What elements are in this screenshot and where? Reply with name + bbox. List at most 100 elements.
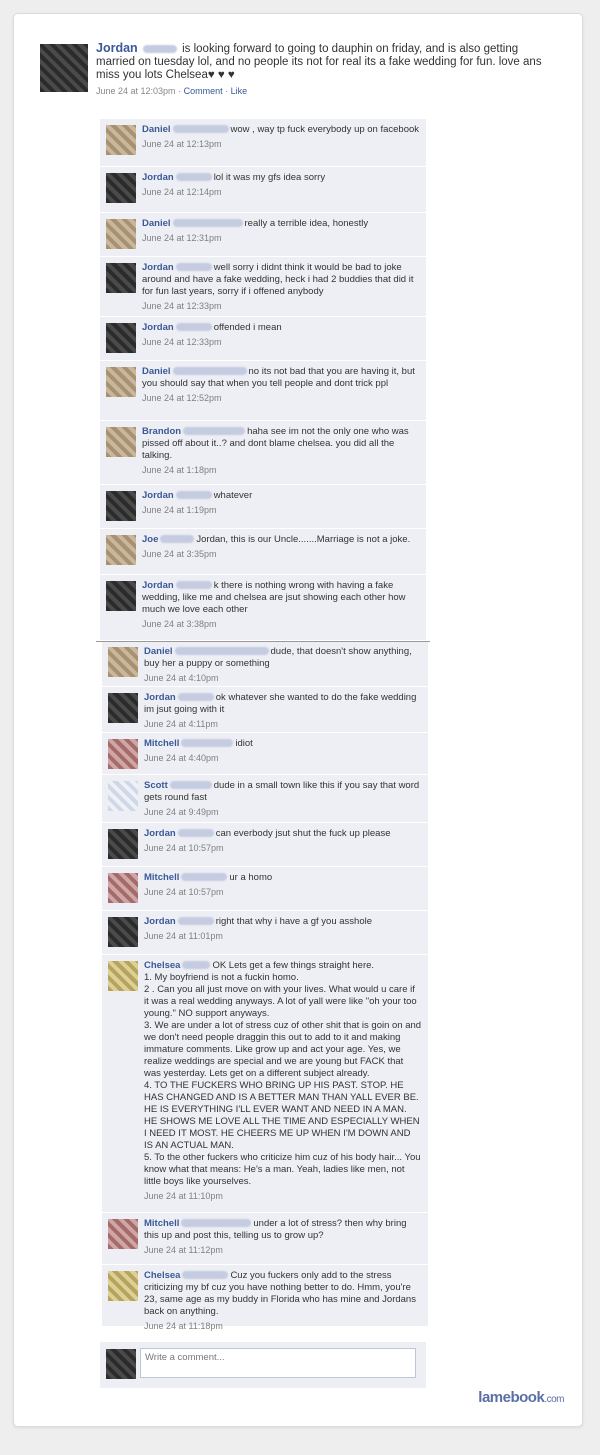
comment-body: Daniel dude, that doesn't show anything, … [144, 646, 422, 684]
commenter-name[interactable]: Joe [142, 534, 158, 545]
comment-timestamp[interactable]: June 24 at 11:10pm [144, 1190, 422, 1202]
comment-timestamp[interactable]: June 24 at 12:13pm [142, 138, 420, 150]
commenter-avatar[interactable] [106, 323, 136, 353]
post-timestamp[interactable]: June 24 at 12:03pm [96, 86, 176, 96]
comment-timestamp[interactable]: June 24 at 1:19pm [142, 504, 420, 516]
commenter-name[interactable]: Mitchell [144, 872, 179, 883]
commenter-avatar[interactable] [106, 173, 136, 203]
comment-text: OK Lets get a few things straight here. … [144, 960, 422, 1187]
commenter-avatar[interactable] [108, 917, 138, 947]
redacted-surname [175, 173, 212, 182]
comment-timestamp[interactable]: June 24 at 10:57pm [144, 842, 422, 854]
comment-timestamp[interactable]: June 24 at 3:38pm [142, 618, 420, 630]
comment-timestamp[interactable]: June 24 at 4:11pm [144, 718, 422, 730]
comment-input[interactable]: Write a comment... [140, 1348, 416, 1378]
redacted-surname [174, 647, 269, 656]
comment-body: Mitchell under a lot of stress? then why … [144, 1218, 422, 1256]
comment-text: wow , way tp fuck everybody up on facebo… [230, 124, 420, 135]
commenter-avatar[interactable] [108, 1271, 138, 1301]
comment-text: right that why i have a gf you asshole [215, 916, 373, 927]
comment-body: Chelsea OK Lets get a few things straight… [144, 960, 422, 1202]
comment-row: Scott dude in a small town like this if y… [102, 775, 428, 823]
screenshot-seam-divider [96, 641, 430, 642]
comment-timestamp[interactable]: June 24 at 12:33pm [142, 336, 420, 348]
comment-link[interactable]: Comment [184, 86, 223, 96]
comment-body: Jordan well sorry i didnt think it would … [142, 262, 420, 312]
comment-body: Daniel no its not bad that you are having… [142, 366, 420, 404]
commenter-name[interactable]: Jordan [142, 490, 174, 501]
comment-text: haha see im not the only one who was pis… [142, 426, 409, 461]
comment-timestamp[interactable]: June 24 at 11:18pm [144, 1320, 422, 1332]
commenter-avatar[interactable] [108, 781, 138, 811]
poster-avatar[interactable] [40, 44, 88, 92]
comment-body: Jordan whatever June 24 at 1:19pm [142, 490, 420, 516]
commenter-name[interactable]: Mitchell [144, 738, 179, 749]
commenter-name[interactable]: Chelsea [144, 960, 180, 971]
commenter-avatar[interactable] [106, 367, 136, 397]
comment-timestamp[interactable]: June 24 at 10:57pm [144, 886, 422, 898]
comment-body: Joe Jordan, this is our Uncle.......Marri… [142, 534, 420, 560]
redacted-surname [172, 125, 229, 134]
comment-row: Jordan right that why i have a gf you ass… [102, 911, 428, 955]
commenter-name[interactable]: Daniel [142, 124, 171, 135]
commenter-name[interactable]: Jordan [144, 828, 176, 839]
comment-body: Brandon haha see im not the only one who … [142, 426, 420, 476]
commenter-avatar[interactable] [106, 535, 136, 565]
post-body: Jordan is looking forward to going to da… [96, 42, 546, 98]
comment-timestamp[interactable]: June 24 at 1:18pm [142, 464, 420, 476]
like-link[interactable]: Like [231, 86, 248, 96]
comment-row: Jordan k there is nothing wrong with havi… [100, 575, 426, 641]
post-meta: June 24 at 12:03pm · Comment · Like [96, 85, 546, 98]
commenter-name[interactable]: Daniel [144, 646, 173, 657]
comment-body: Mitchell idiot June 24 at 4:40pm [144, 738, 422, 764]
commenter-name[interactable]: Jordan [142, 172, 174, 183]
comment-row: Jordan whatever June 24 at 1:19pm [100, 485, 426, 529]
commenter-name[interactable]: Scott [144, 780, 168, 791]
commenter-name[interactable]: Jordan [142, 322, 174, 333]
comment-timestamp[interactable]: June 24 at 3:35pm [142, 548, 420, 560]
comment-timestamp[interactable]: June 24 at 4:10pm [144, 672, 422, 684]
separator: · [178, 86, 182, 96]
comment-row: Mitchell under a lot of stress? then why … [102, 1213, 428, 1265]
comment-timestamp[interactable]: June 24 at 12:14pm [142, 186, 420, 198]
commenter-avatar[interactable] [108, 693, 138, 723]
post-author[interactable]: Jordan [96, 41, 138, 55]
comment-body: Jordan right that why i have a gf you ass… [144, 916, 422, 942]
commenter-name[interactable]: Mitchell [144, 1218, 179, 1229]
commenter-avatar[interactable] [106, 125, 136, 155]
comment-timestamp[interactable]: June 24 at 4:40pm [144, 752, 422, 764]
commenter-name[interactable]: Jordan [144, 692, 176, 703]
commenter-avatar[interactable] [108, 829, 138, 859]
commenter-avatar[interactable] [108, 873, 138, 903]
commenter-name[interactable]: Chelsea [144, 1270, 180, 1281]
comment-timestamp[interactable]: June 24 at 11:12pm [144, 1244, 422, 1256]
comment-timestamp[interactable]: June 24 at 12:31pm [142, 232, 420, 244]
commenter-name[interactable]: Jordan [144, 916, 176, 927]
commenter-avatar[interactable] [108, 961, 138, 991]
comment-timestamp[interactable]: June 24 at 12:52pm [142, 392, 420, 404]
comment-text: can everbody jsut shut the fuck up pleas… [215, 828, 391, 839]
commenter-avatar[interactable] [106, 427, 136, 457]
redacted-surname [142, 44, 177, 53]
commenter-avatar[interactable] [108, 739, 138, 769]
comment-composer: Write a comment... [100, 1342, 426, 1388]
commenter-name[interactable]: Jordan [142, 580, 174, 591]
commenter-avatar[interactable] [106, 263, 136, 293]
redacted-surname [181, 1219, 252, 1228]
commenter-avatar[interactable] [108, 647, 138, 677]
comment-body: Daniel wow , way tp fuck everybody up on … [142, 124, 420, 150]
commenter-avatar[interactable] [108, 1219, 138, 1249]
commenter-name[interactable]: Jordan [142, 262, 174, 273]
commenter-name[interactable]: Brandon [142, 426, 181, 437]
commenter-avatar[interactable] [106, 581, 136, 611]
commenter-avatar[interactable] [106, 491, 136, 521]
comment-timestamp[interactable]: June 24 at 12:33pm [142, 300, 420, 312]
comment-timestamp[interactable]: June 24 at 11:01pm [144, 930, 422, 942]
comment-timestamp[interactable]: June 24 at 9:49pm [144, 806, 422, 818]
commenter-name[interactable]: Daniel [142, 218, 171, 229]
comment-row: Mitchell ur a homo June 24 at 10:57pm [102, 867, 428, 911]
comment-body: Jordan offended i mean June 24 at 12:33pm [142, 322, 420, 348]
commenter-name[interactable]: Daniel [142, 366, 171, 377]
redacted-surname [177, 829, 214, 838]
commenter-avatar[interactable] [106, 219, 136, 249]
